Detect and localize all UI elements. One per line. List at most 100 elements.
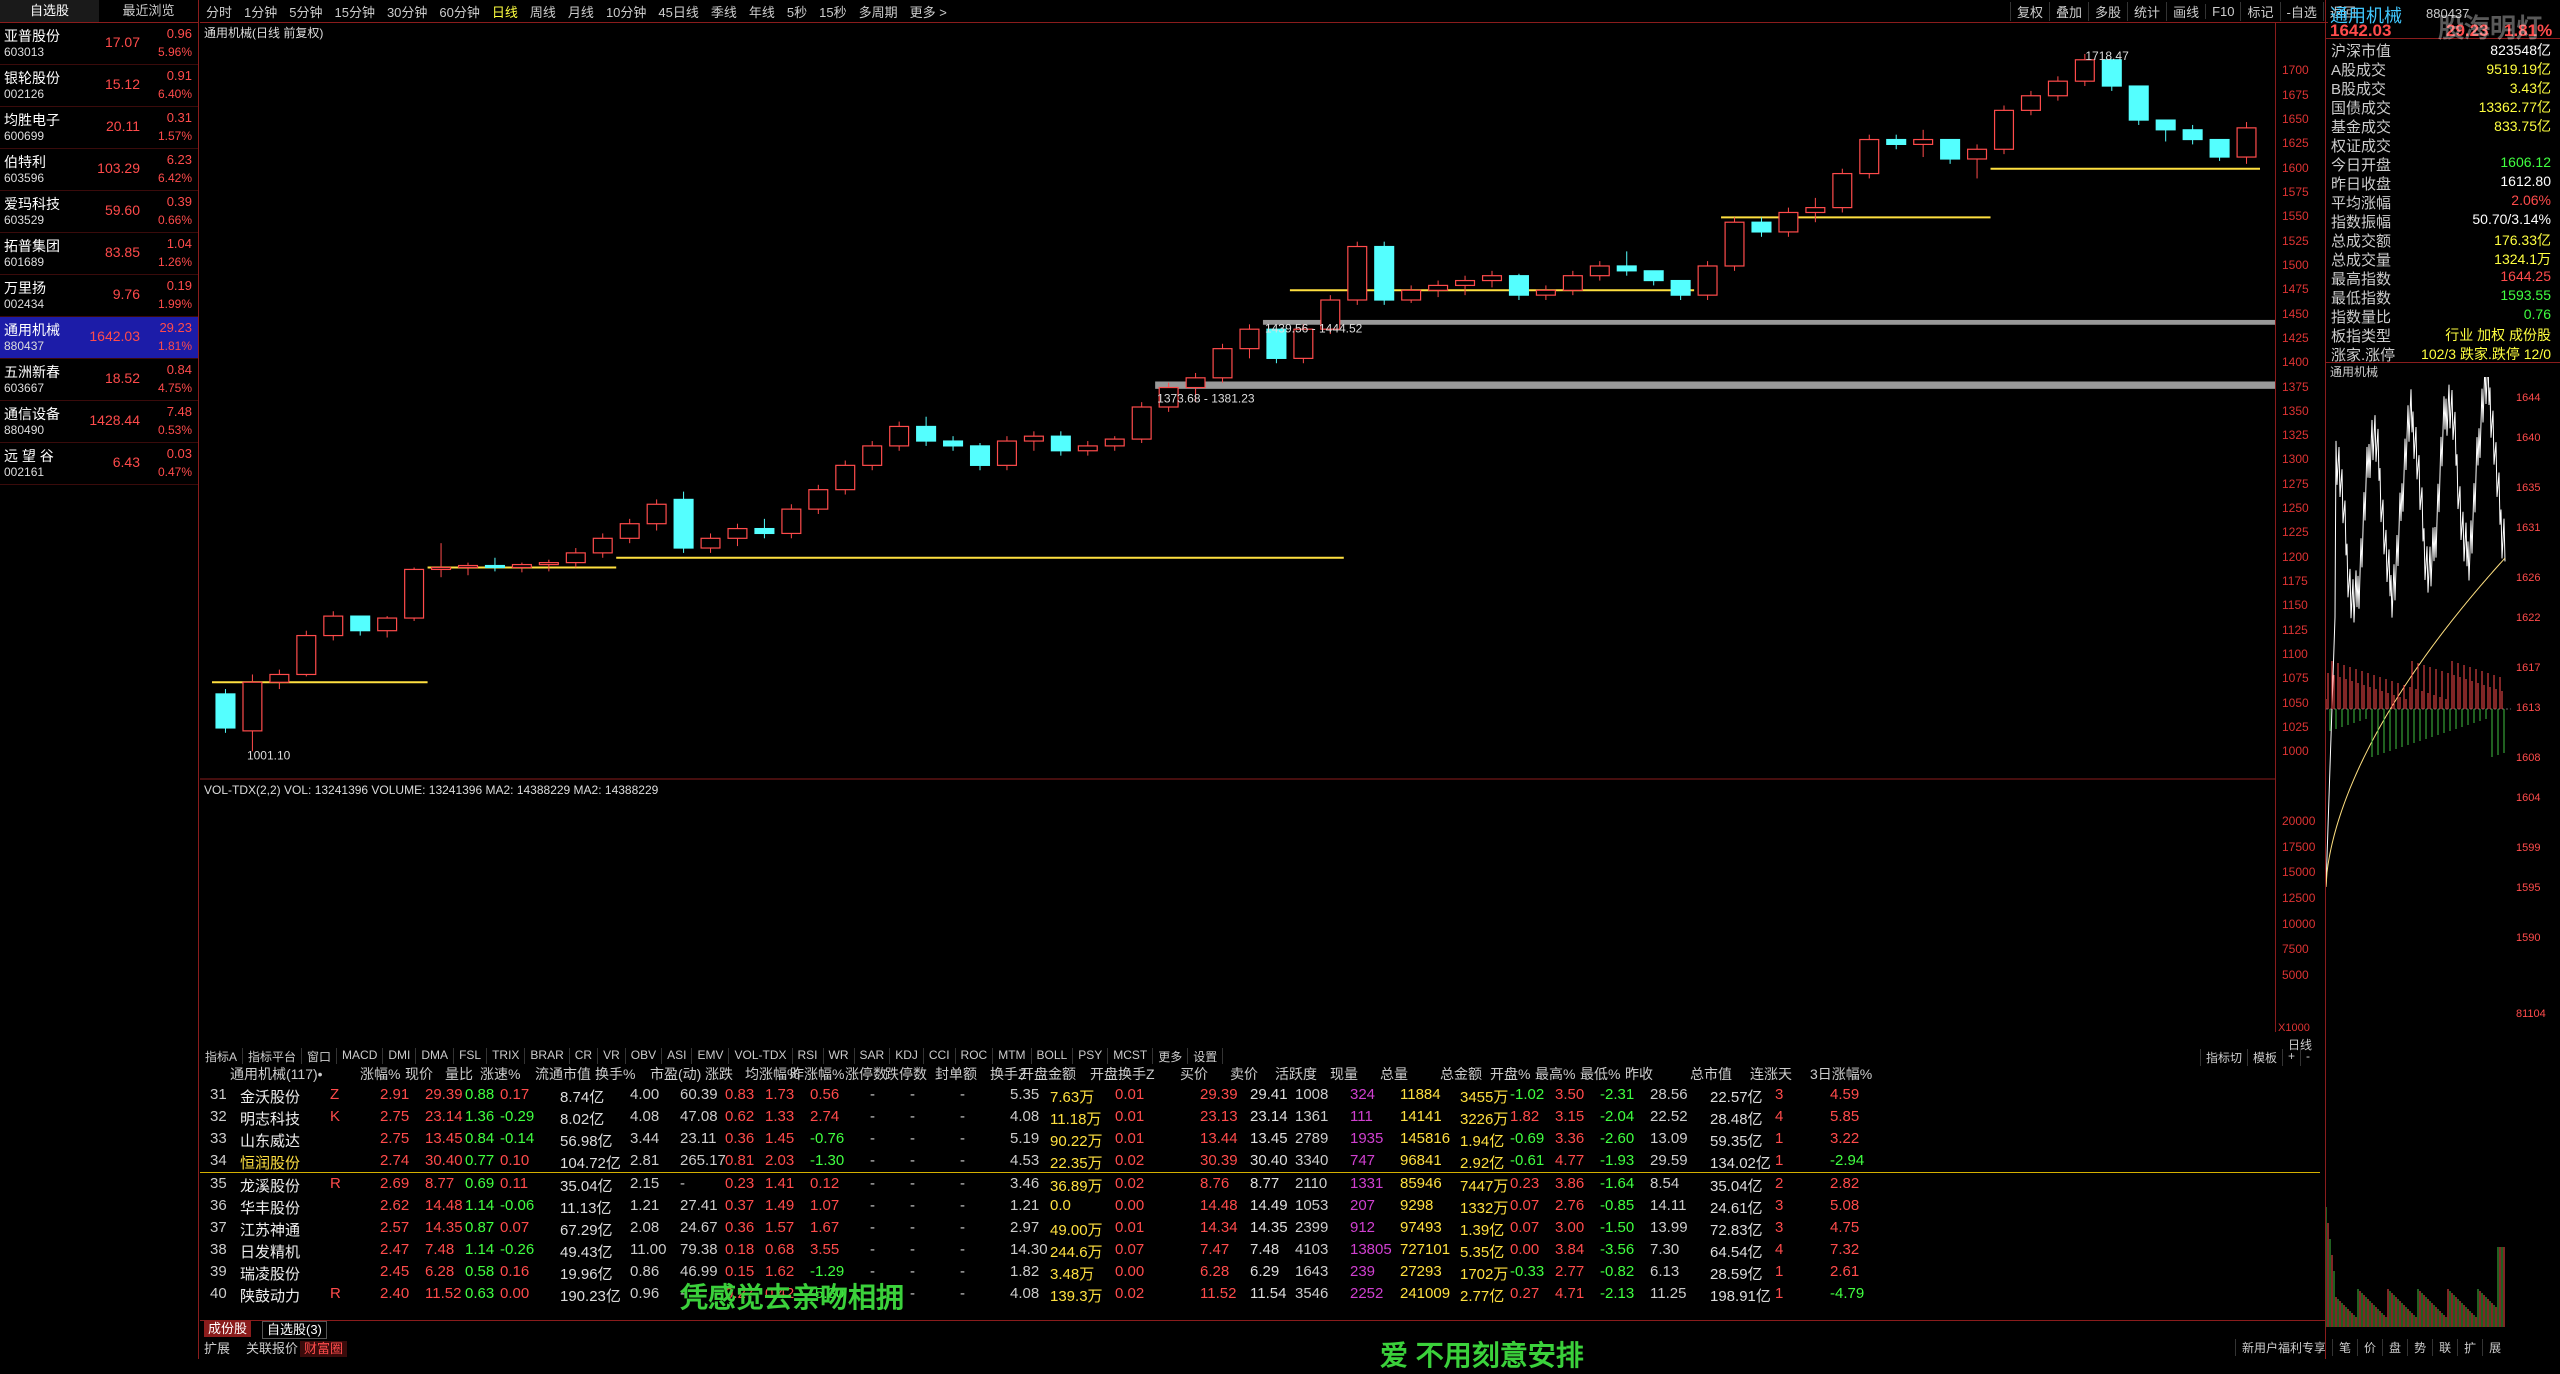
column-header[interactable]: 昨收 xyxy=(1625,1064,1653,1084)
table-cell: 85946 xyxy=(1400,1175,1442,1192)
table-cell: 59.35亿 xyxy=(1710,1133,1763,1150)
period-5[interactable]: 60分钟 xyxy=(433,2,485,21)
table-row[interactable]: 39 瑞凌股份 2.45 6.28 0.58 0.16 19.96亿 0.86 46.99 0.1… xyxy=(200,1261,2320,1283)
tool-6[interactable]: 标记 xyxy=(2240,1,2279,21)
tool-7[interactable]: -自选 xyxy=(2279,1,2323,21)
table-row[interactable]: 40 陕鼓动力 R 2.40 11.52 0.63 0.00 190.23亿 0.96-0.27… xyxy=(200,1283,2320,1305)
table-cell: 2.97 xyxy=(1010,1219,1040,1236)
bottom-tool-0[interactable]: 新用户福利专享 xyxy=(2235,1339,2332,1356)
tool-0[interactable]: 复权 xyxy=(2010,1,2049,21)
period-6[interactable]: 日线 xyxy=(486,2,524,21)
period-3[interactable]: 15分钟 xyxy=(328,2,380,21)
period-16[interactable]: 更多 > xyxy=(904,2,953,21)
period-15[interactable]: 多周期 xyxy=(853,2,904,21)
table-row[interactable]: 35 龙溪股份 R 2.69 8.77 0.69 0.11 35.04亿 2.15 - 0.23 1.… xyxy=(200,1173,2320,1195)
tab-wealth[interactable]: 财富圈 xyxy=(300,1341,348,1357)
watchlist-item[interactable]: 拓普集团 601689 83.85 1.04 1.26% xyxy=(0,233,198,275)
tool-3[interactable]: 统计 xyxy=(2127,1,2166,21)
watchlist-item[interactable]: 伯特利 603596 103.29 6.23 6.42% xyxy=(0,149,198,191)
tab-watchlist[interactable]: 自选股 xyxy=(0,0,99,22)
column-header[interactable]: 现量 xyxy=(1330,1064,1358,1084)
period-7[interactable]: 周线 xyxy=(524,2,562,21)
table-cell: 241009 xyxy=(1400,1285,1451,1302)
column-header[interactable]: 总市值 xyxy=(1690,1064,1732,1084)
watchlist-name: 远 望 谷 xyxy=(4,448,54,464)
tool-1[interactable]: 叠加 xyxy=(2049,1,2088,21)
watchlist-item[interactable]: 均胜电子 600699 20.11 0.31 1.57% xyxy=(0,107,198,149)
column-header[interactable]: 卖价 xyxy=(1230,1064,1258,1084)
table-row[interactable]: 32 明志科技 K 2.75 23.14 1.36 -0.29 8.02亿 4.08 47.08 0… xyxy=(200,1106,2320,1128)
period-10[interactable]: 45日线 xyxy=(652,2,704,21)
column-header[interactable]: 涨幅% xyxy=(360,1064,400,1084)
table-cell: 14.48 xyxy=(425,1197,463,1214)
watchlist-item[interactable]: 通用机械 880437 1642.03 29.23 1.81% xyxy=(0,317,198,359)
period-0[interactable]: 分时 xyxy=(200,2,238,21)
column-header[interactable]: 连涨天 xyxy=(1750,1064,1792,1084)
column-header[interactable]: 通用机械(117)• xyxy=(230,1064,323,1084)
watchlist-item[interactable]: 银轮股份 002126 15.12 0.91 6.40% xyxy=(0,65,198,107)
watchlist-item[interactable]: 亚普股份 603013 17.07 0.96 5.96% xyxy=(0,23,198,65)
period-4[interactable]: 30分钟 xyxy=(381,2,433,21)
column-header[interactable]: 最低% xyxy=(1580,1064,1620,1084)
column-header[interactable]: 涨速% xyxy=(480,1064,520,1084)
intraday-mini-chart[interactable]: 1644 1640 1635 1631 1626 1622 1617 1613 1608 1604… xyxy=(2325,358,2560,1332)
tab-extend[interactable]: 扩展 xyxy=(200,1341,234,1357)
period-13[interactable]: 5秒 xyxy=(781,2,813,21)
column-header[interactable]: 市盈(动) xyxy=(650,1064,701,1084)
watchlist-item[interactable]: 爱玛科技 603529 59.60 0.39 0.66% xyxy=(0,191,198,233)
table-cell: 11.25 xyxy=(1650,1285,1687,1302)
tab-recent[interactable]: 最近浏览 xyxy=(99,0,198,22)
tab-my-stocks[interactable]: 自选股(3) xyxy=(262,1321,327,1339)
watchlist-item[interactable]: 五洲新春 603667 18.52 0.84 4.75% xyxy=(0,359,198,401)
table-cell: 3546 xyxy=(1295,1285,1329,1302)
column-header[interactable]: 涨跌 xyxy=(705,1064,733,1084)
column-header[interactable]: 涨停数 xyxy=(845,1064,887,1084)
column-header[interactable]: 买价 xyxy=(1180,1064,1208,1084)
table-cell: 明志科技 xyxy=(240,1111,301,1128)
price-tick: 1575 xyxy=(2282,185,2309,200)
tool-5[interactable]: F10 xyxy=(2205,3,2240,19)
tab-constituents[interactable]: 成份股 xyxy=(204,1321,252,1337)
period-1[interactable]: 1分钟 xyxy=(238,2,283,21)
watchlist-item[interactable]: 通信设备 880490 1428.44 7.48 0.53% xyxy=(0,401,198,443)
table-cell: - xyxy=(960,1175,965,1192)
column-header[interactable]: 活跃度 xyxy=(1275,1064,1317,1084)
period-14[interactable]: 15秒 xyxy=(813,2,852,21)
column-header[interactable]: 量比 xyxy=(445,1064,473,1084)
table-row[interactable]: 33 山东威达 2.75 13.45 0.84 -0.14 56.98亿 3.44 23.11 0… xyxy=(200,1128,2320,1150)
period-12[interactable]: 年线 xyxy=(743,2,781,21)
tool-2[interactable]: 多股 xyxy=(2088,1,2127,21)
column-header[interactable]: 封单额 xyxy=(935,1064,977,1084)
table-row[interactable]: 34 恒润股份 2.74 30.40 0.77 0.10 104.72亿 2.81 265.17… xyxy=(200,1150,2320,1173)
column-header[interactable]: 开盘换手Z xyxy=(1090,1064,1155,1084)
watchlist-item[interactable]: 万里扬 002434 9.76 0.19 1.99% xyxy=(0,275,198,317)
kline-chart[interactable]: 1718.47 1001.10 1439.56 - 1444.52 1373.68 -… xyxy=(200,22,2275,782)
watchlist-name: 拓普集团 xyxy=(4,238,60,254)
column-header[interactable]: 昨涨幅% xyxy=(790,1064,844,1084)
column-header[interactable]: 总金额 xyxy=(1440,1064,1482,1084)
tool-4[interactable]: 画线 xyxy=(2166,1,2205,21)
table-row[interactable]: 36 华丰股份 2.62 14.48 1.14 -0.06 11.13亿 1.21 27.41 0… xyxy=(200,1195,2320,1217)
column-header[interactable]: 总量 xyxy=(1380,1064,1408,1084)
table-row[interactable]: 31 金沃股份 Z 2.91 29.39 0.88 0.17 8.74亿 4.00 60.39 0.… xyxy=(200,1084,2320,1106)
period-9[interactable]: 10分钟 xyxy=(600,2,652,21)
column-header[interactable]: 跌停数 xyxy=(885,1064,927,1084)
column-header[interactable]: 流通市值 xyxy=(535,1064,591,1084)
column-header[interactable]: 现价 xyxy=(405,1064,433,1084)
period-8[interactable]: 月线 xyxy=(562,2,600,21)
table-cell: 0.00 xyxy=(1115,1263,1145,1280)
column-header[interactable]: 开盘% xyxy=(1490,1064,1530,1084)
table-row[interactable]: 37 江苏神通 2.57 14.35 0.87 0.07 67.29亿 2.08 24.67 0.… xyxy=(200,1217,2320,1239)
column-header[interactable]: 3日涨幅% xyxy=(1810,1064,1872,1084)
period-2[interactable]: 5分钟 xyxy=(283,2,328,21)
candle-body xyxy=(1993,109,2015,150)
table-cell: 7.32 xyxy=(1830,1241,1860,1258)
table-row[interactable]: 38 日发精机 2.47 7.48 1.14 -0.26 49.43亿 11.00 79.38 0… xyxy=(200,1239,2320,1261)
period-11[interactable]: 季线 xyxy=(705,2,743,21)
column-header[interactable]: 最高% xyxy=(1535,1064,1575,1084)
watchlist-item[interactable]: 远 望 谷 002161 6.43 0.03 0.47% xyxy=(0,443,198,485)
column-header[interactable]: 开盘金额 xyxy=(1020,1064,1076,1084)
column-header[interactable]: 换手% xyxy=(595,1064,635,1084)
candle-body xyxy=(1481,275,1503,282)
tab-related[interactable]: 关联报价 xyxy=(242,1341,302,1357)
